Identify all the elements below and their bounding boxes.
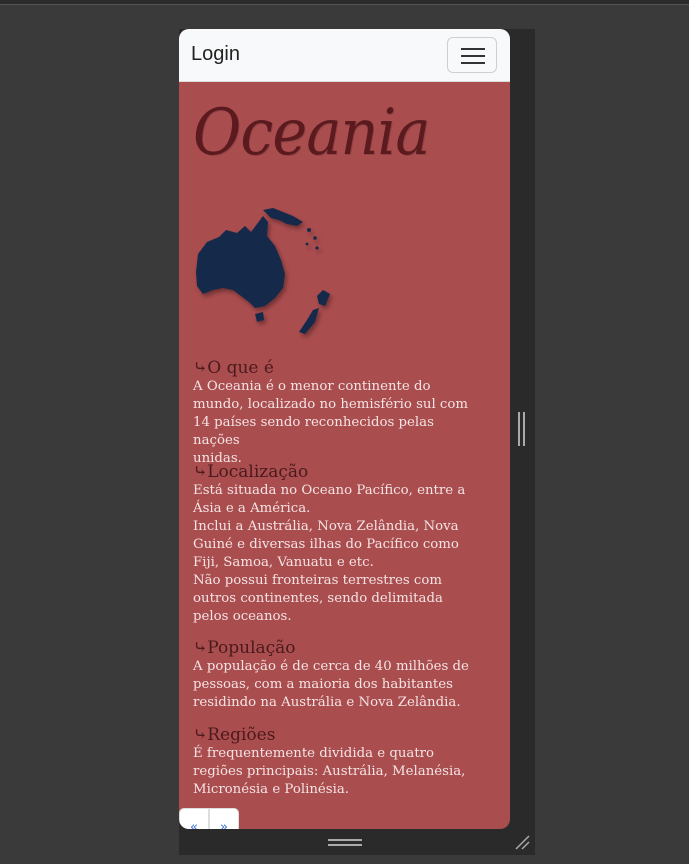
section-populacao: ⤷População A população é de cerca de 40 … xyxy=(193,638,473,712)
pagination: « » xyxy=(179,808,239,829)
arrow-marker-icon: ⤷ xyxy=(193,462,208,482)
resize-corner-grip-icon[interactable] xyxy=(514,834,530,850)
section-text: Está situada no Oceano Pacífico, entre a… xyxy=(193,483,466,624)
arrow-marker-icon: ⤷ xyxy=(193,725,208,745)
pagination-next-button[interactable]: » xyxy=(209,808,239,829)
arrow-marker-icon: ⤷ xyxy=(193,358,208,378)
pagination-prev-button[interactable]: « xyxy=(179,808,209,829)
resize-handle-right[interactable] xyxy=(518,412,526,446)
navbar: Login xyxy=(179,29,510,82)
page-title: Oceania xyxy=(193,96,431,170)
section-text: A população é de cerca de 40 milhões de … xyxy=(193,659,469,710)
login-link[interactable]: Login xyxy=(191,43,240,66)
navbar-toggler-button[interactable] xyxy=(447,37,497,73)
section-heading: ⤷Localização xyxy=(193,462,309,482)
browser-top-edge xyxy=(0,0,689,5)
section-localizacao: ⤷Localização Está situada no Oceano Pací… xyxy=(193,462,473,626)
main-content: Oceania ⤷O que é A Oceania é o menor con… xyxy=(179,82,510,829)
resize-handle-bottom[interactable] xyxy=(328,839,362,847)
section-regioes: ⤷Regiões É frequentemente dividida e qua… xyxy=(193,725,473,799)
section-heading: ⤷Regiões xyxy=(193,725,276,745)
device-viewport: Login Oceania ⤷O que é A Oceania é o men… xyxy=(179,29,510,829)
section-text: É frequentemente dividida e quatro regiõ… xyxy=(193,746,466,797)
oceania-map-icon xyxy=(196,208,330,334)
section-o-que-e: ⤷O que é A Oceania é o menor continente … xyxy=(193,358,473,468)
arrow-marker-icon: ⤷ xyxy=(193,638,208,658)
section-heading: ⤷População xyxy=(193,638,296,658)
section-heading: ⤷O que é xyxy=(193,358,274,378)
section-text: A Oceania é o menor continente do mundo,… xyxy=(193,379,468,466)
